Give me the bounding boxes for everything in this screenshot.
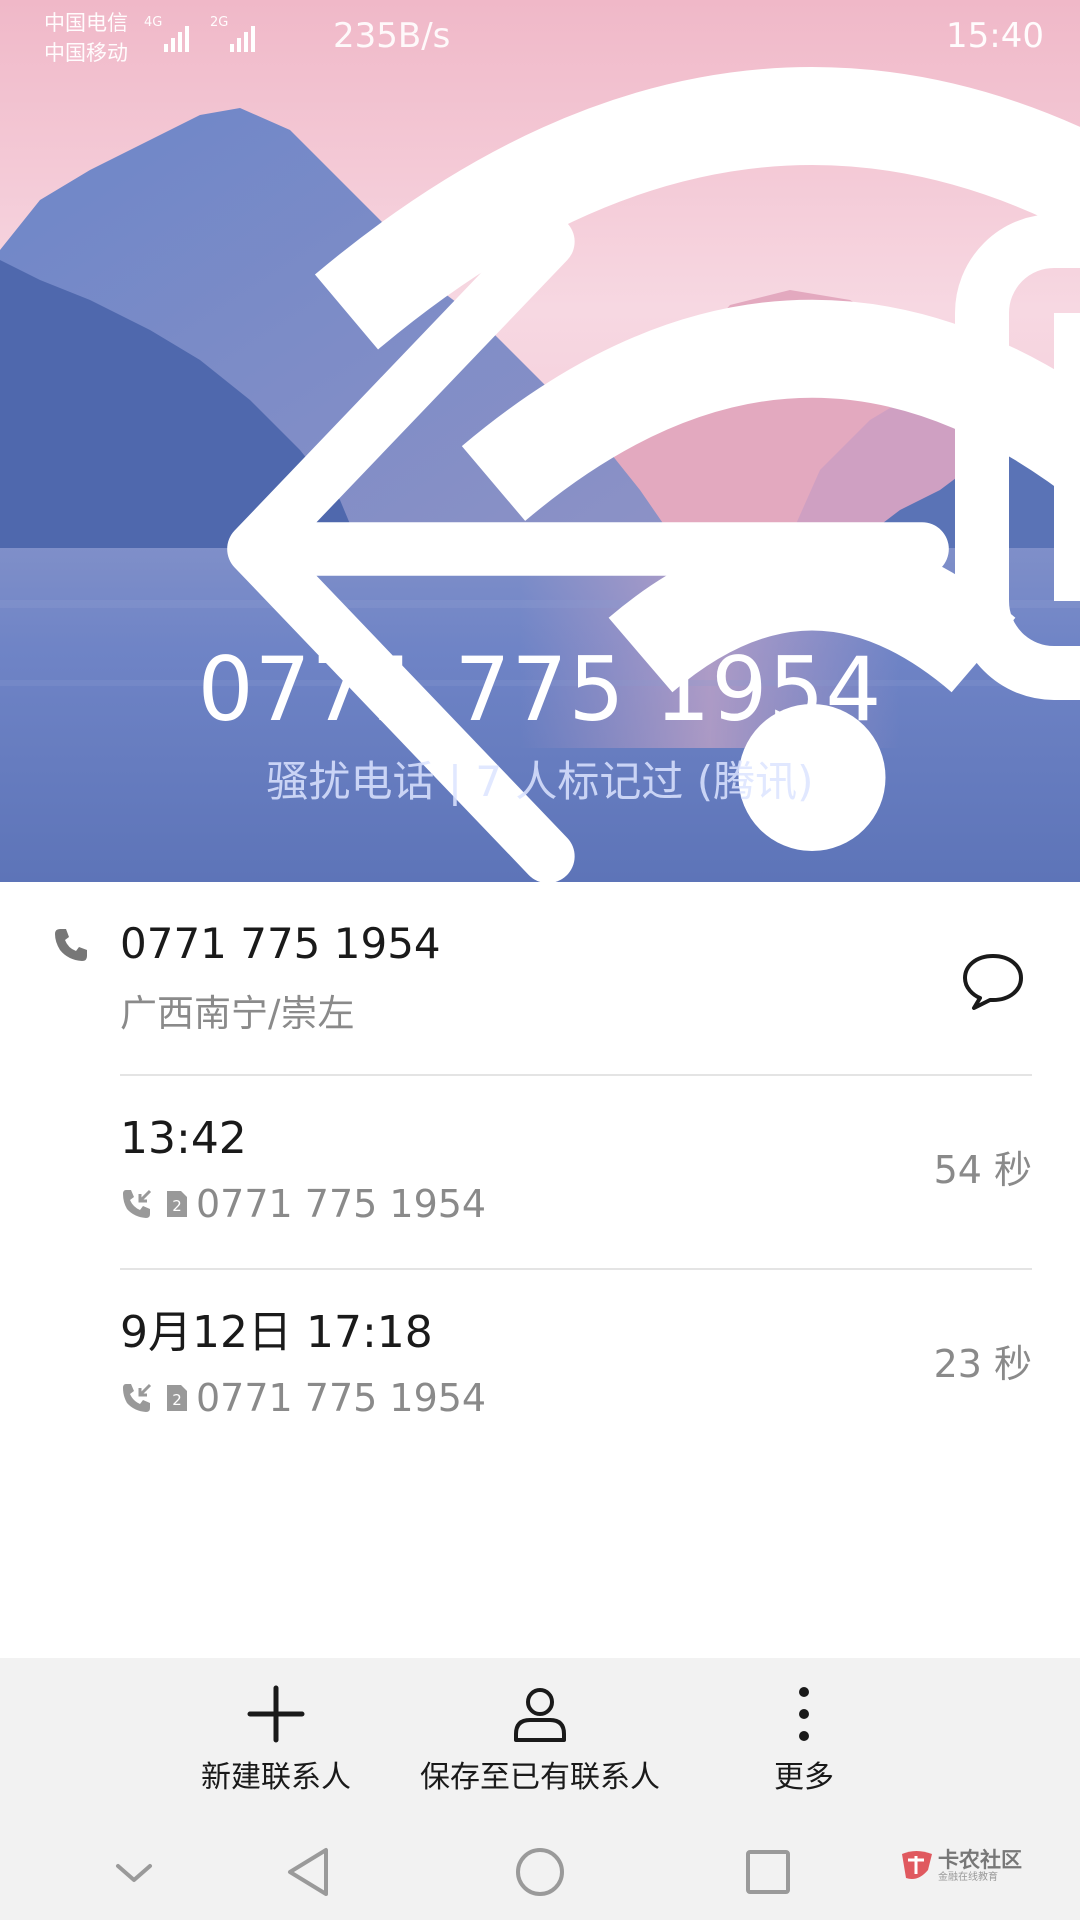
header-background: 中国电信 中国移动 4G 2G 235B/s 15:40 0771 775 19…: [0, 0, 1080, 882]
square-recents-icon: [746, 1850, 790, 1894]
incoming-call-icon: [123, 1189, 152, 1218]
call-meta: 2 0771 775 1954: [120, 1374, 486, 1422]
call-number: 0771 775 1954: [196, 1376, 487, 1420]
circle-home-icon: [516, 1848, 564, 1896]
sim-number: 2: [172, 1391, 182, 1409]
nav-back-button[interactable]: [280, 1842, 340, 1902]
back-button[interactable]: [48, 108, 949, 882]
chevron-down-icon: [116, 1864, 152, 1882]
watermark-logo-icon: [902, 1851, 932, 1879]
system-nav-bar: 卡农社区 金融在线教育: [0, 1818, 1080, 1920]
nav-home-button[interactable]: [510, 1842, 570, 1902]
bottom-action-bar: 新建联系人 保存至已有联系人 更多: [0, 1658, 1080, 1818]
call-log-item[interactable]: 9月12日 17:18 2 0771 775 1954 23 秒: [0, 1270, 1080, 1460]
new-contact-label: 新建联系人: [201, 1760, 351, 1795]
save-to-existing-contact-button[interactable]: 保存至已有联系人: [406, 1658, 674, 1818]
carrier-labels: 中国电信 中国移动: [44, 8, 128, 68]
sim-number: 2: [172, 1197, 182, 1215]
call-time: 9月12日 17:18: [120, 1307, 433, 1358]
call-log-item[interactable]: 13:42 2 0771 775 1954 54 秒: [0, 1076, 1080, 1266]
call-number: 0771 775 1954: [196, 1182, 487, 1226]
watermark-title: 卡农社区: [938, 1848, 1022, 1872]
phone-icon: [55, 929, 87, 961]
more-label: 更多: [774, 1760, 834, 1795]
plus-icon: [244, 1682, 308, 1746]
incoming-call-icon: [123, 1383, 152, 1412]
carrier-1: 中国电信: [44, 11, 128, 35]
call-meta: 2 0771 775 1954: [120, 1180, 486, 1228]
sim-card-icon: 2: [166, 1190, 188, 1218]
call-detail-panel: 0771 775 1954 广西南宁/崇左 13:42 2 0771 775 1…: [0, 882, 1080, 1658]
signal-1: 4G: [144, 16, 198, 54]
call-duration: 54 秒: [933, 1148, 1032, 1192]
sim-card-icon: 2: [166, 1384, 188, 1412]
more-button[interactable]: 更多: [744, 1658, 864, 1818]
save-to-existing-label: 保存至已有联系人: [420, 1760, 660, 1795]
nav-recents-button[interactable]: [738, 1842, 798, 1902]
signal-2: 2G: [210, 16, 264, 54]
new-contact-button[interactable]: 新建联系人: [170, 1658, 382, 1818]
person-icon: [508, 1682, 572, 1746]
hide-nav-button[interactable]: [104, 1842, 164, 1902]
triangle-back-icon: [288, 1848, 328, 1896]
send-message-button[interactable]: [960, 948, 1026, 1014]
watermark-subtitle: 金融在线教育: [938, 1872, 998, 1883]
watermark: 卡农社区 金融在线教育: [898, 1846, 1048, 1892]
contact-number: 0771 775 1954: [120, 919, 441, 968]
chat-bubble-icon: [963, 954, 1023, 1010]
carrier-2: 中国移动: [44, 41, 128, 65]
spam-tag-label: 骚扰电话 | 7 人标记过 (腾讯): [266, 757, 814, 806]
status-bar: 中国电信 中国移动 4G 2G 235B/s 15:40: [0, 0, 1080, 851]
header-phone-number: 0771 775 1954: [197, 638, 883, 741]
status-right: 15:40: [946, 16, 1080, 700]
more-vertical-icon: [772, 1682, 836, 1746]
call-time: 13:42: [120, 1113, 247, 1164]
network-speed: 235B/s: [333, 16, 451, 56]
call-duration: 23 秒: [933, 1342, 1032, 1386]
number-location: 广西南宁/崇左: [120, 992, 355, 1035]
